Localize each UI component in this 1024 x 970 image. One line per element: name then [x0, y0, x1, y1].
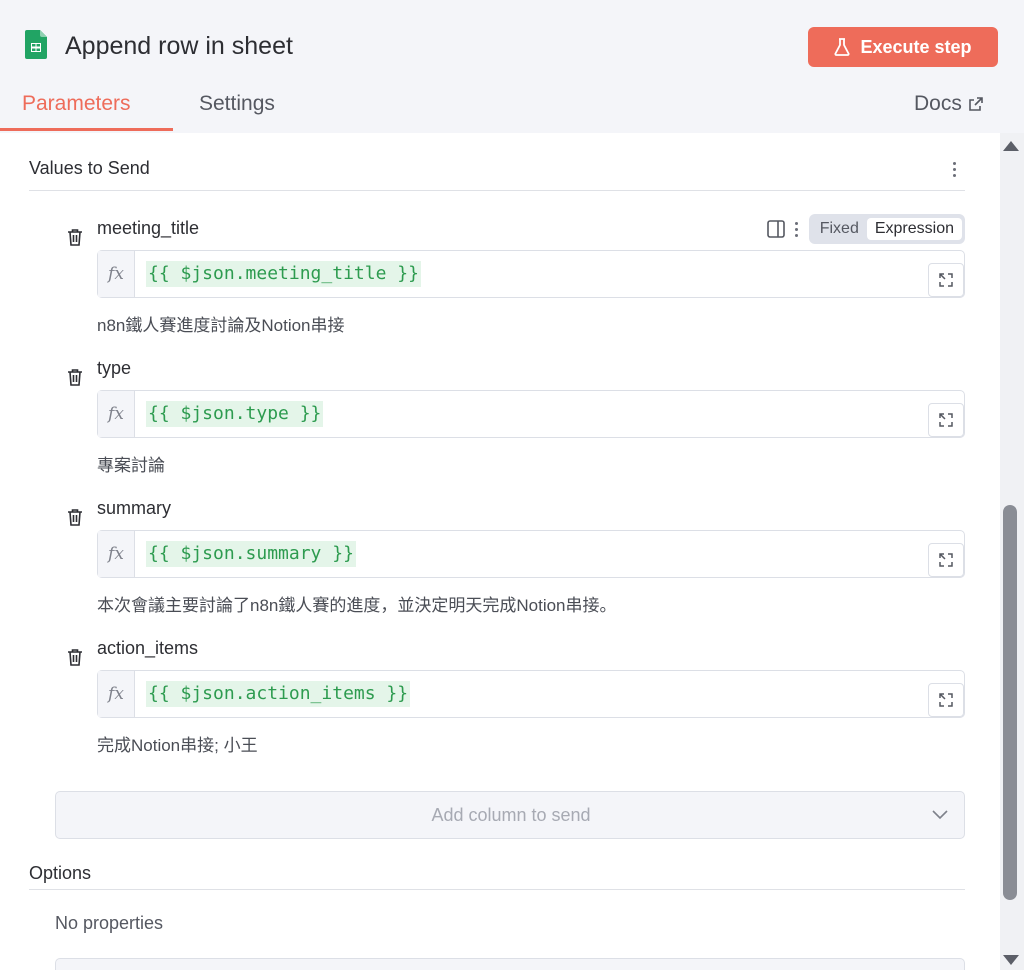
field-meeting-title: meeting_title Fixed Expression fx {{ $js… — [55, 214, 965, 346]
tab-bar: Parameters Settings Docs — [0, 80, 1024, 133]
execute-step-label: Execute step — [860, 36, 972, 57]
field-toolbar: Fixed Expression — [766, 214, 965, 244]
field-label: meeting_title — [97, 218, 200, 238]
options-divider — [29, 889, 965, 890]
docs-label: Docs — [914, 92, 962, 115]
result-preview: 專案討論 — [97, 456, 165, 475]
expression-value: {{ $json.meeting_title }} — [146, 261, 421, 287]
expression-input[interactable]: fx {{ $json.summary }} — [97, 530, 965, 578]
fx-label: fx — [98, 251, 135, 297]
parameters-panel: Values to Send meeting_title Fixed Expre… — [0, 133, 1000, 970]
external-link-icon — [969, 97, 983, 111]
expand-editor-button[interactable] — [928, 403, 964, 437]
no-properties-text: No properties — [55, 913, 164, 933]
result-preview: 完成Notion串接; 小王 — [97, 736, 258, 755]
expand-icon — [939, 413, 953, 427]
add-column-select[interactable]: Add column to send — [55, 791, 965, 839]
field-menu-icon[interactable] — [794, 221, 799, 237]
section-divider — [29, 190, 965, 191]
scroll-thumb[interactable] — [1003, 505, 1017, 900]
panel-icon[interactable] — [766, 220, 785, 238]
add-column-placeholder: Add column to send — [431, 805, 591, 825]
expand-icon — [939, 553, 953, 567]
field-label: type — [97, 358, 132, 378]
flask-icon — [834, 38, 850, 56]
result-preview: 本次會議主要討論了n8n鐵人賽的進度，並決定明天完成Notion串接。 — [97, 596, 617, 615]
node-title[interactable]: Append row in sheet — [65, 30, 293, 62]
chevron-down-icon — [932, 810, 948, 820]
expand-icon — [939, 693, 953, 707]
expression-value: {{ $json.summary }} — [146, 541, 356, 567]
fx-label: fx — [98, 531, 135, 577]
values-to-send-title: Values to Send — [29, 158, 150, 178]
field-label: action_items — [97, 638, 199, 658]
result-preview: n8n鐵人賽進度討論及Notion串接 — [97, 316, 345, 335]
fx-label: fx — [98, 671, 135, 717]
vertical-scrollbar[interactable] — [1000, 133, 1024, 970]
drag-handle[interactable] — [488, 0, 536, 4]
expand-editor-button[interactable] — [928, 683, 964, 717]
field-action-items: action_items fx {{ $json.action_items }}… — [55, 636, 965, 766]
scroll-down-arrow-icon[interactable] — [1003, 955, 1019, 965]
trash-icon[interactable] — [67, 368, 83, 386]
expression-value: {{ $json.action_items }} — [146, 681, 411, 707]
expression-input[interactable]: fx {{ $json.meeting_title }} — [97, 250, 965, 298]
tab-parameters[interactable]: Parameters — [22, 92, 131, 116]
field-label: summary — [97, 498, 172, 518]
active-tab-indicator — [0, 128, 173, 131]
node-header: Append row in sheet Execute step Paramet… — [0, 0, 1024, 133]
scroll-up-arrow-icon[interactable] — [1003, 141, 1019, 151]
expand-editor-button[interactable] — [928, 263, 964, 297]
fixed-expression-toggle[interactable]: Fixed Expression — [808, 214, 965, 244]
expand-editor-button[interactable] — [928, 543, 964, 577]
mode-expression[interactable]: Expression — [866, 218, 962, 240]
trash-icon[interactable] — [67, 228, 83, 246]
execute-step-button[interactable]: Execute step — [808, 27, 998, 67]
section-menu-icon[interactable] — [953, 162, 957, 177]
field-type: type fx {{ $json.type }} 專案討論 — [55, 356, 965, 486]
fx-label: fx — [98, 391, 135, 437]
add-option-select[interactable] — [55, 958, 965, 970]
google-sheets-icon — [25, 30, 47, 59]
field-summary: summary fx {{ $json.summary }} 本次會議主要討論了… — [55, 496, 965, 626]
trash-icon[interactable] — [67, 508, 83, 526]
trash-icon[interactable] — [67, 648, 83, 666]
options-title: Options — [29, 863, 92, 883]
docs-link[interactable]: Docs — [914, 92, 984, 116]
expand-icon — [939, 273, 953, 287]
tab-settings[interactable]: Settings — [199, 92, 275, 116]
expression-input[interactable]: fx {{ $json.action_items }} — [97, 670, 965, 718]
expression-input[interactable]: fx {{ $json.type }} — [97, 390, 965, 438]
expression-value: {{ $json.type }} — [146, 401, 324, 427]
mode-fixed[interactable]: Fixed — [812, 218, 867, 240]
